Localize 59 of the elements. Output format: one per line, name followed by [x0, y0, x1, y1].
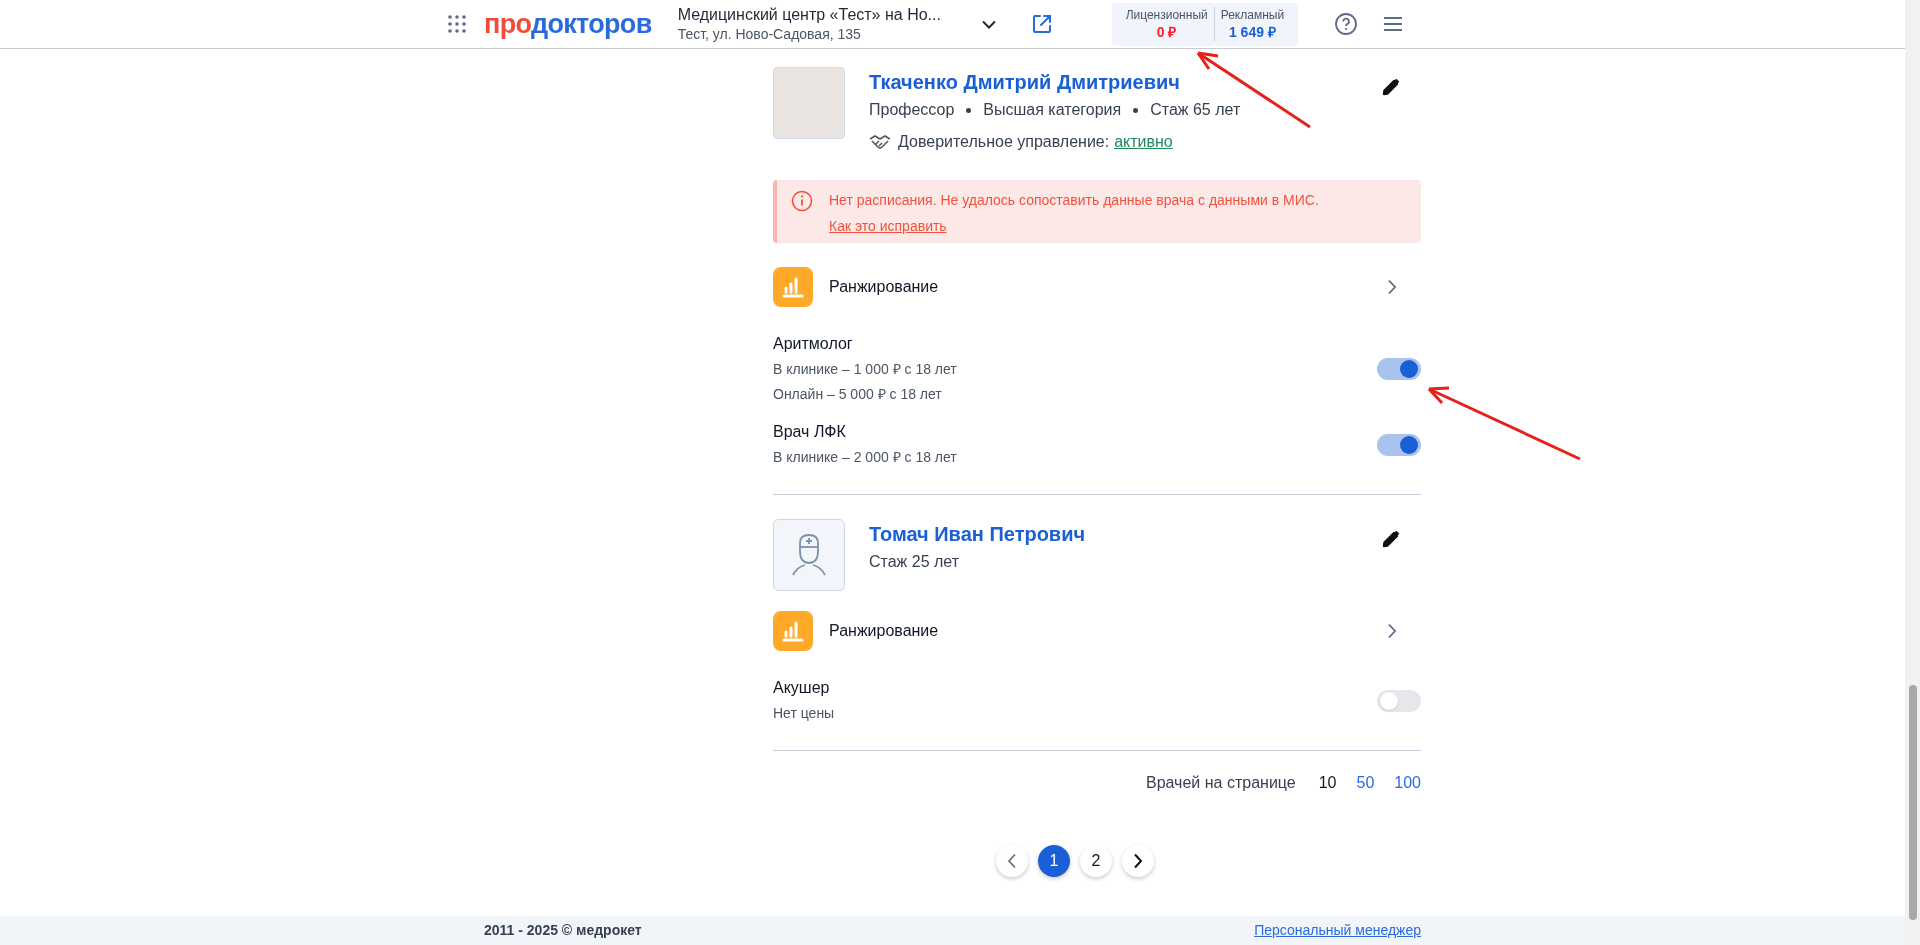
chevron-down-icon[interactable]: [981, 19, 996, 29]
logo[interactable]: продокторов: [484, 10, 652, 38]
per-page-label: Врачей на странице: [1146, 773, 1296, 793]
doctor-detail: Высшая категория: [983, 100, 1122, 120]
chevron-right-icon: [1387, 279, 1397, 295]
menu-icon[interactable]: [1383, 16, 1404, 32]
doctor-avatar-icon: [773, 519, 845, 591]
edit-icon[interactable]: [1381, 529, 1401, 549]
chevron-right-icon: [1133, 853, 1143, 869]
apps-grid-icon[interactable]: [448, 15, 466, 33]
toggle-switch[interactable]: [1377, 433, 1421, 456]
balance-label: Рекламный: [1220, 7, 1285, 23]
per-page-option[interactable]: 100: [1394, 771, 1421, 795]
ranking-row[interactable]: Ранжирование: [773, 611, 1421, 651]
price-line: Нет цены: [773, 704, 836, 723]
chevron-left-icon: [1007, 853, 1017, 869]
specialty-name: Аритмолог: [773, 334, 854, 354]
specialty-name: Акушер: [773, 678, 831, 698]
bullet-separator: [966, 107, 972, 113]
specialty-name: Врач ЛФК: [773, 422, 847, 442]
bar-chart-icon: [773, 611, 813, 651]
bar-chart-icon: [773, 267, 813, 307]
balance-label: Лицензионный: [1125, 7, 1208, 23]
per-page-option[interactable]: 10: [1318, 771, 1337, 795]
handshake-icon: [869, 134, 891, 150]
price-line: В клинике – 1 000 ₽ с 18 лет: [773, 360, 958, 379]
toggle-switch[interactable]: [1377, 689, 1421, 712]
bullet-separator: [1133, 107, 1139, 113]
info-icon: [791, 190, 813, 212]
manager-link[interactable]: Персональный менеджер: [1254, 920, 1421, 941]
previous-page-button[interactable]: [996, 845, 1028, 877]
clinic-address: Тест, ул. Ново-Садовая, 135: [677, 25, 862, 43]
external-link-icon[interactable]: [1030, 13, 1053, 35]
trust-label: Доверительное управление:: [898, 132, 1110, 152]
fix-link[interactable]: Как это исправить: [829, 217, 1319, 235]
copyright: 2011 - 2025 © медрокет: [484, 921, 642, 940]
balance-value: 1 649 ₽: [1228, 23, 1276, 41]
price-line: Онлайн – 5 000 ₽ с 18 лет: [773, 385, 943, 404]
page-button[interactable]: 2: [1080, 845, 1112, 877]
scrollbar-thumb[interactable]: [1909, 685, 1917, 920]
toggle-switch[interactable]: [1377, 358, 1421, 380]
per-page-option[interactable]: 50: [1356, 771, 1375, 795]
page-button[interactable]: 1: [1038, 845, 1070, 877]
doctor-detail: Профессор: [869, 100, 955, 120]
edit-icon[interactable]: [1381, 77, 1401, 97]
price-line: В клинике – 2 000 ₽ с 18 лет: [773, 448, 958, 467]
photo-placeholder: [773, 67, 845, 139]
balance-value: 0 ₽: [1156, 23, 1177, 41]
chevron-right-icon: [1387, 623, 1397, 639]
doctor-detail: Стаж 25 лет: [869, 552, 960, 572]
doctor-detail: Стаж 65 лет: [1150, 100, 1241, 120]
clinic-name[interactable]: Медицинский центр «Тест» на Но...: [677, 5, 978, 25]
alert-message: Нет расписания. Не удалось сопоставить данные врача с данными в МИС.: [829, 191, 1319, 209]
doctor-name[interactable]: Ткаченко Дмитрий Дмитриевич: [869, 67, 1381, 95]
trust-status-link[interactable]: активно: [1114, 131, 1173, 153]
doctor-name[interactable]: Томач Иван Петрович: [869, 519, 1381, 547]
next-page-button[interactable]: [1122, 845, 1154, 877]
help-icon[interactable]: [1334, 12, 1359, 36]
ranking-row[interactable]: Ранжирование: [773, 267, 1421, 307]
